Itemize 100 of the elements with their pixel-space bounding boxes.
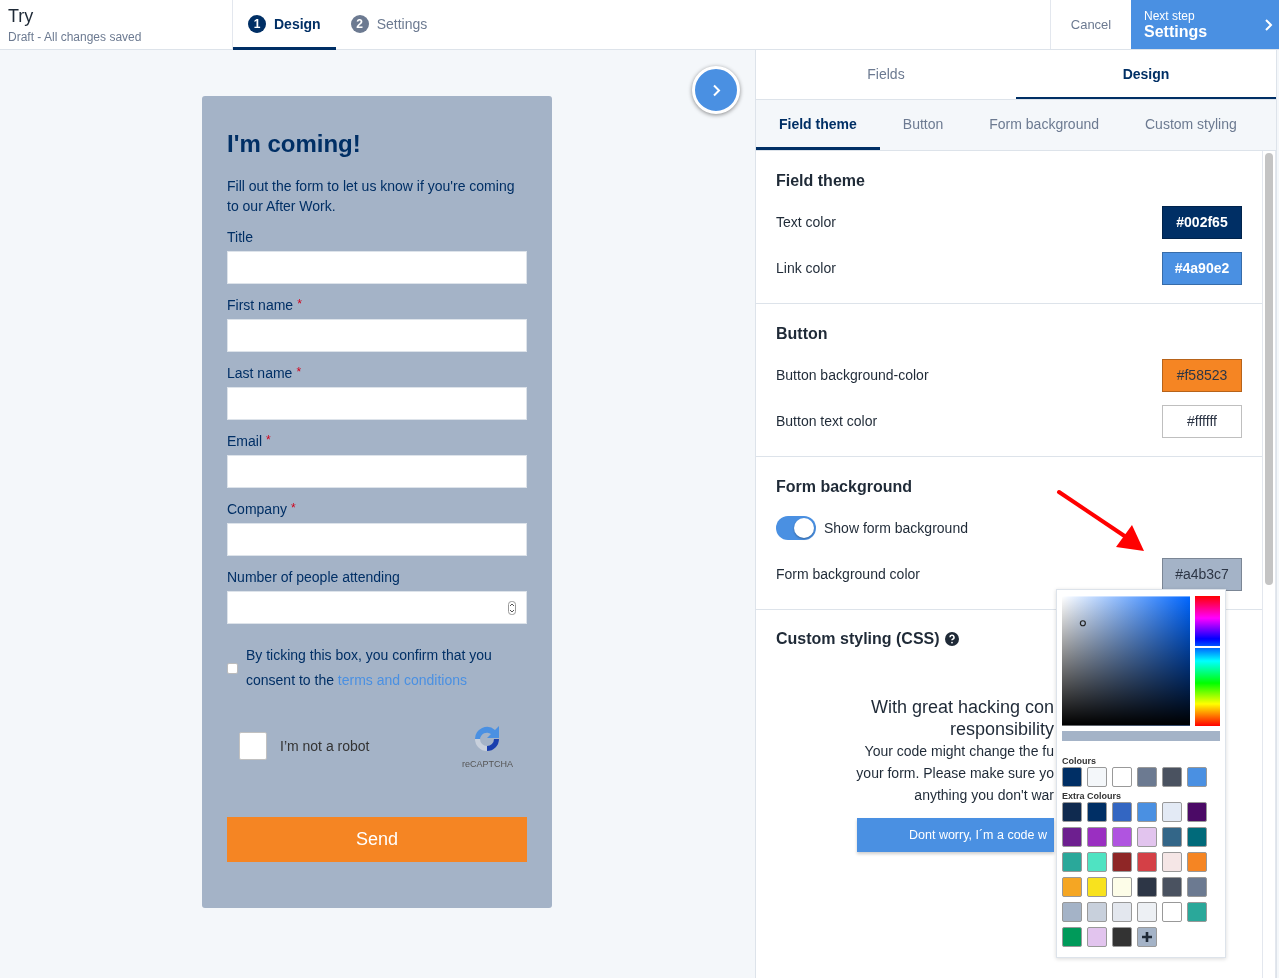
color-value-button[interactable]: #002f65 bbox=[1162, 205, 1242, 239]
color-swatch[interactable] bbox=[1187, 877, 1207, 897]
color-swatch[interactable] bbox=[1112, 827, 1132, 847]
color-value-button[interactable]: #f58523 bbox=[1162, 358, 1242, 392]
chevron-right-icon bbox=[711, 83, 721, 97]
warning-text: your form. Please make sure yo bbox=[856, 764, 1054, 783]
color-value-button[interactable]: #a4b3c7 bbox=[1162, 557, 1242, 591]
input-field[interactable] bbox=[227, 251, 527, 284]
color-swatch[interactable] bbox=[1162, 852, 1182, 872]
form-name: Try bbox=[8, 6, 35, 27]
help-icon[interactable] bbox=[944, 632, 959, 646]
color-swatch[interactable] bbox=[1112, 902, 1132, 922]
color-swatch[interactable] bbox=[1087, 802, 1107, 822]
colours-label: Colours bbox=[1062, 756, 1097, 766]
required-mark: * bbox=[290, 501, 296, 515]
setting-label: Form background color bbox=[776, 566, 920, 582]
field-label: Number of people attending bbox=[227, 569, 400, 585]
color-swatch[interactable] bbox=[1162, 877, 1182, 897]
recaptcha-label: reCAPTCHA bbox=[462, 759, 513, 769]
warning-text: Your code might change the fu bbox=[864, 742, 1054, 761]
saturation-area[interactable] bbox=[1062, 596, 1191, 726]
color-swatch[interactable] bbox=[1087, 902, 1107, 922]
unlock-css-button[interactable]: Dont worry, I´m a code w bbox=[857, 818, 1054, 852]
consent-text: By ticking this box, you confirm that you consent to the terms and conditions bbox=[246, 646, 493, 690]
scrollbar-thumb[interactable] bbox=[1265, 153, 1273, 585]
color-swatch[interactable] bbox=[1162, 767, 1182, 787]
toggle-switch[interactable] bbox=[776, 516, 816, 540]
color-swatch[interactable] bbox=[1087, 827, 1107, 847]
color-swatch[interactable] bbox=[1112, 877, 1132, 897]
color-swatch[interactable] bbox=[1187, 852, 1207, 872]
color-swatch[interactable] bbox=[1087, 767, 1107, 787]
color-swatch[interactable] bbox=[1162, 802, 1182, 822]
input-field[interactable] bbox=[227, 319, 527, 352]
step-tab[interactable]: 1 Design bbox=[233, 0, 336, 50]
field-label: Last name bbox=[227, 365, 293, 381]
save-status: Draft - All changes saved bbox=[8, 30, 143, 44]
form-description: Fill out the form to let us know if you're coming to our After Work. bbox=[227, 177, 516, 216]
field-label: Title bbox=[227, 229, 253, 245]
plus-icon bbox=[1141, 931, 1153, 943]
setting-label: Button text color bbox=[776, 413, 878, 429]
color-swatch[interactable] bbox=[1087, 877, 1107, 897]
send-button[interactable]: Send bbox=[227, 817, 527, 862]
color-swatch[interactable] bbox=[1137, 802, 1157, 822]
warning-text: anything you don't war bbox=[914, 786, 1054, 805]
design-subtab[interactable]: Field theme bbox=[756, 100, 880, 150]
color-swatch[interactable] bbox=[1062, 767, 1082, 787]
input-field[interactable] bbox=[227, 523, 527, 556]
color-swatch[interactable] bbox=[1162, 827, 1182, 847]
captcha-checkbox[interactable] bbox=[239, 732, 267, 760]
color-swatch[interactable] bbox=[1112, 852, 1132, 872]
color-swatch[interactable] bbox=[1137, 852, 1157, 872]
number-field[interactable] bbox=[227, 591, 527, 624]
color-swatch[interactable] bbox=[1137, 902, 1157, 922]
input-field[interactable] bbox=[227, 455, 527, 488]
color-swatch[interactable] bbox=[1187, 767, 1207, 787]
color-swatch[interactable] bbox=[1087, 852, 1107, 872]
color-value-button[interactable]: #4a90e2 bbox=[1162, 251, 1242, 285]
setting-label: Show form background bbox=[824, 520, 968, 536]
collapse-button[interactable] bbox=[692, 66, 740, 114]
color-swatch[interactable] bbox=[1162, 902, 1182, 922]
color-swatch[interactable] bbox=[1137, 877, 1157, 897]
design-subtab[interactable]: Button bbox=[879, 100, 967, 150]
color-swatch[interactable] bbox=[1112, 767, 1132, 787]
design-subtab[interactable]: Form background bbox=[966, 100, 1122, 150]
color-swatch[interactable] bbox=[1062, 802, 1082, 822]
step-tab[interactable]: 2 Settings bbox=[335, 0, 443, 50]
captcha-label: I’m not a robot bbox=[280, 738, 371, 754]
hue-slider[interactable] bbox=[1195, 596, 1220, 726]
color-swatch[interactable] bbox=[1187, 827, 1207, 847]
section-title: Button bbox=[776, 325, 829, 343]
color-swatch[interactable] bbox=[1187, 802, 1207, 822]
color-swatch[interactable] bbox=[1062, 827, 1082, 847]
field-label: Email bbox=[227, 433, 262, 449]
color-swatch[interactable] bbox=[1087, 927, 1107, 947]
color-swatch[interactable] bbox=[1137, 827, 1157, 847]
extra-colours-label: Extra Colours bbox=[1062, 791, 1122, 801]
setting-label: Text color bbox=[776, 214, 836, 230]
input-field[interactable] bbox=[227, 387, 527, 420]
color-swatch[interactable] bbox=[1062, 877, 1082, 897]
color-swatch[interactable] bbox=[1062, 852, 1082, 872]
color-swatch[interactable] bbox=[1062, 902, 1082, 922]
section-title: Custom styling (CSS) bbox=[776, 630, 940, 648]
next-step-button[interactable]: Next step Settings bbox=[1131, 0, 1279, 49]
form-title: I'm coming! bbox=[227, 130, 362, 158]
color-swatch[interactable] bbox=[1112, 802, 1132, 822]
design-subtab[interactable]: Custom styling bbox=[1122, 100, 1260, 150]
field-label: First name bbox=[227, 297, 294, 313]
warning-heading: responsibility bbox=[949, 718, 1054, 740]
field-label: Company bbox=[227, 501, 287, 517]
color-swatch[interactable] bbox=[1112, 927, 1132, 947]
color-value-button[interactable]: #ffffff bbox=[1162, 404, 1242, 438]
add-color-button[interactable] bbox=[1137, 927, 1157, 947]
color-swatch[interactable] bbox=[1137, 767, 1157, 787]
color-swatch[interactable] bbox=[1062, 927, 1082, 947]
spinner-icon[interactable] bbox=[508, 600, 516, 615]
warning-heading: With great hacking con bbox=[870, 696, 1054, 718]
color-swatch[interactable] bbox=[1187, 902, 1207, 922]
section-title: Field theme bbox=[776, 172, 866, 190]
required-mark: * bbox=[297, 297, 302, 311]
consent-checkbox[interactable] bbox=[227, 662, 238, 674]
